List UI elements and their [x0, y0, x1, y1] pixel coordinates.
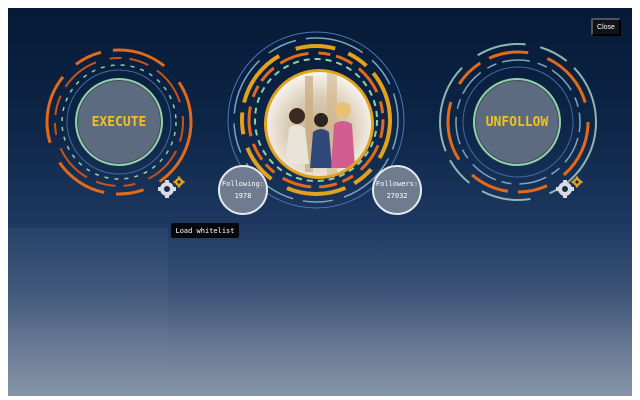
followers-count: 27032: [386, 192, 408, 200]
app-panel: EXECUTE UNFOLLOW Following: 1978 Followe…: [8, 8, 632, 396]
settings-gear-right-icon[interactable]: [556, 176, 584, 204]
followers-stat: Followers: 27032: [372, 165, 422, 215]
profile-photo-icon: [285, 72, 355, 176]
following-stat: Following: 1978: [218, 165, 268, 215]
following-label: Following:: [221, 180, 265, 188]
unfollow-button[interactable]: UNFOLLOW: [473, 78, 561, 166]
load-whitelist-tooltip: Load whitelist: [171, 223, 239, 238]
settings-gear-left-icon[interactable]: [158, 176, 186, 204]
following-count: 1978: [234, 192, 252, 200]
followers-label: Followers:: [375, 180, 419, 188]
decorative-rings: [45, 31, 597, 209]
profile-avatar: [264, 69, 374, 179]
execute-button[interactable]: EXECUTE: [75, 78, 163, 166]
close-button[interactable]: Close: [591, 18, 621, 36]
